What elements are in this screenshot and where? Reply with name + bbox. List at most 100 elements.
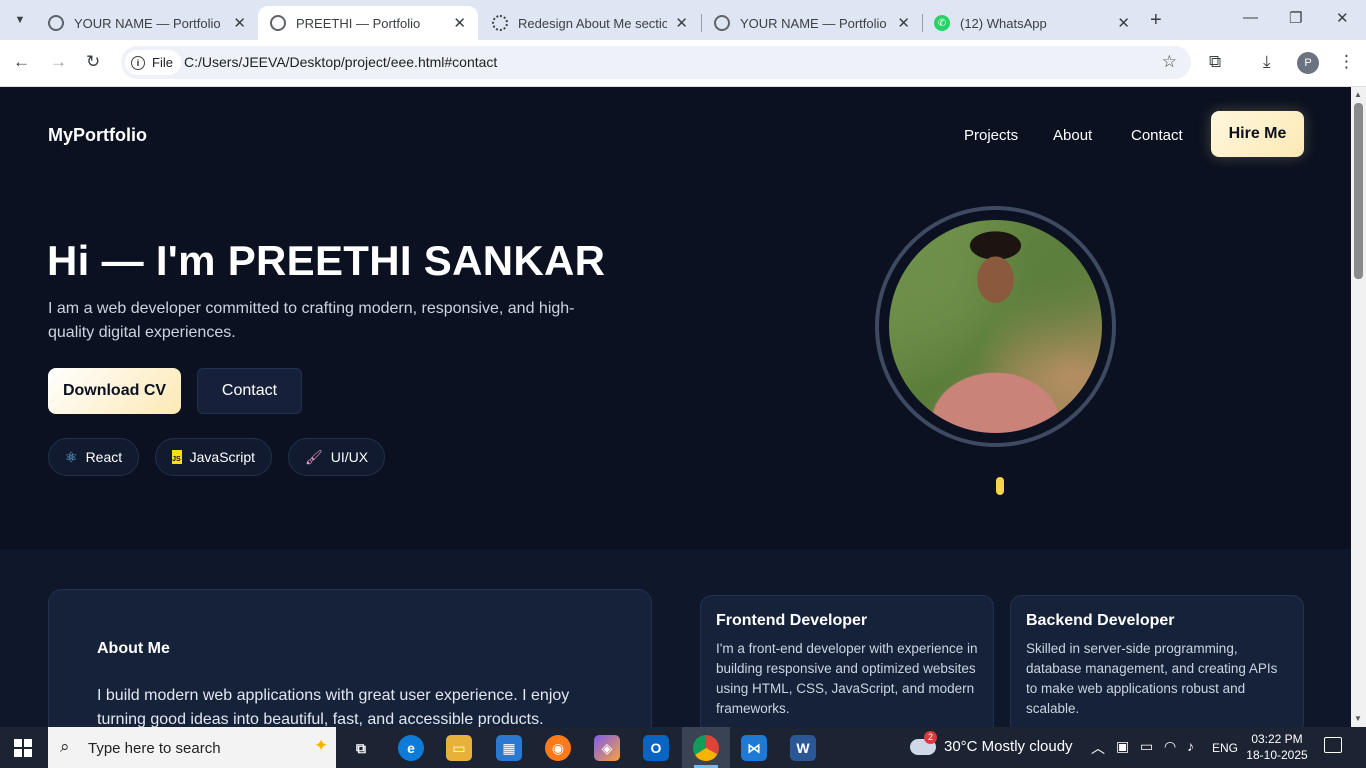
address-bar[interactable]: i File C:/Users/JEEVA/Desktop/project/ee… (121, 46, 1191, 79)
weather-text: 30°C Mostly cloudy (944, 738, 1073, 755)
close-icon[interactable]: ✕ (453, 14, 466, 32)
close-icon[interactable]: ✕ (1117, 14, 1130, 32)
hire-me-button[interactable]: Hire Me (1211, 111, 1304, 157)
card-title: Frontend Developer (716, 612, 868, 629)
skill-label: UI/UX (330, 449, 369, 465)
react-icon: ⚛ (65, 448, 78, 465)
tray-chevron-icon[interactable]: ︿ (1091, 738, 1105, 758)
new-tab-button[interactable]: + (1150, 9, 1162, 32)
frontend-card: Frontend Developer I'm a front-end devel… (700, 595, 994, 727)
search-highlight-icon: ✦ (314, 736, 329, 755)
backend-card: Backend Developer Skilled in server-side… (1010, 595, 1304, 727)
scroll-indicator (996, 477, 1004, 495)
skill-label: React (85, 449, 123, 465)
reload-button[interactable]: ↻ (86, 52, 100, 72)
store-icon[interactable]: ▦ (496, 735, 522, 761)
nav-projects[interactable]: Projects (964, 127, 1018, 144)
whatsapp-icon: ✆ (934, 15, 950, 31)
word-icon[interactable]: W (790, 735, 816, 761)
weather-badge: 2 (924, 730, 937, 744)
page-scrollbar[interactable]: ▲ ▼ (1351, 87, 1366, 727)
site-brand[interactable]: MyPortfolio (48, 125, 147, 146)
search-placeholder: Type here to search (88, 740, 221, 757)
tab-label: Redesign About Me section (518, 15, 668, 31)
contact-button[interactable]: Contact (197, 368, 302, 414)
wifi-icon[interactable]: ◠ (1164, 738, 1176, 755)
info-icon: i (131, 55, 145, 70)
profile-avatar[interactable]: P (1297, 52, 1319, 74)
portfolio-page: MyPortfolio Projects About Contact Hire … (0, 87, 1351, 727)
copilot-icon[interactable]: ◈ (594, 735, 620, 761)
tab-label: YOUR NAME — Portfolio (Gr (74, 15, 225, 31)
meet-now-icon[interactable]: ▣ (1116, 738, 1129, 755)
hero-title: Hi — I'm PREETHI SANKAR (47, 237, 606, 284)
close-icon[interactable]: ✕ (233, 14, 246, 32)
weather-widget[interactable]: 2 30°C Mostly cloudy (910, 730, 1073, 755)
vscode-icon[interactable]: ⋈ (741, 735, 767, 761)
outlook-icon[interactable]: O (643, 735, 669, 761)
tab-portfolio-gr[interactable]: YOUR NAME — Portfolio (Gr ✕ (36, 6, 258, 40)
maximize-button[interactable]: ❐ (1289, 9, 1302, 27)
scroll-up-icon[interactable]: ▲ (1354, 90, 1362, 99)
about-text: I build modern web applications with gre… (97, 687, 570, 727)
cloud-icon: 2 (910, 730, 937, 755)
close-window-button[interactable]: ✕ (1336, 9, 1349, 27)
windows-start-icon[interactable] (14, 739, 32, 757)
skill-label: JavaScript (189, 449, 255, 465)
close-icon[interactable]: ✕ (897, 14, 910, 32)
taskbar-search[interactable]: ⌕ Type here to search ✦ (48, 727, 336, 768)
card-text: I'm a front-end developer with experienc… (716, 641, 978, 716)
clock-date: 18-10-2025 (1246, 748, 1308, 762)
back-button[interactable]: ← (13, 52, 30, 72)
brush-icon: 🖌 (305, 448, 323, 465)
language-indicator[interactable]: ENG (1212, 741, 1238, 755)
battery-icon[interactable]: ▭ (1140, 738, 1153, 755)
taskbar: ⌕ Type here to search ✦ ⧉ e ▭ ▦ ◉ ◈ O ⋈ … (0, 727, 1366, 768)
close-icon[interactable]: ✕ (675, 14, 688, 32)
chip-label: File (152, 55, 173, 70)
file-explorer-icon[interactable]: ▭ (446, 735, 472, 761)
tab-label: (12) WhatsApp (960, 15, 1047, 31)
scroll-thumb[interactable] (1354, 103, 1363, 279)
profile-photo-frame (875, 206, 1116, 447)
more-menu-icon[interactable]: ⋮ (1338, 52, 1355, 72)
firefox-icon[interactable]: ◉ (545, 735, 571, 761)
card-title: Backend Developer (1026, 612, 1175, 629)
skill-pill-uiux[interactable]: 🖌 UI/UX (288, 438, 385, 476)
site-info-chip[interactable]: i File (125, 50, 181, 75)
hero-subtitle: I am a web developer committed to crafti… (48, 300, 575, 341)
tab-portfolio[interactable]: YOUR NAME — Portfolio ✕ (702, 6, 922, 40)
browser-toolbar: ← → ↻ i File C:/Users/JEEVA/Desktop/proj… (0, 40, 1366, 87)
download-icon[interactable]: ⤓ (1263, 52, 1271, 72)
url-text[interactable]: C:/Users/JEEVA/Desktop/project/eee.html#… (184, 54, 497, 70)
forward-button[interactable]: → (50, 52, 67, 72)
search-icon: ⌕ (60, 737, 70, 756)
js-icon: JS (172, 450, 182, 464)
scroll-down-icon[interactable]: ▼ (1354, 714, 1362, 723)
globe-icon (714, 15, 730, 31)
bookmark-star-icon[interactable]: ☆ (1162, 52, 1177, 72)
minimize-button[interactable]: — (1243, 9, 1258, 26)
volume-icon[interactable]: ♪ (1187, 738, 1194, 754)
globe-icon (270, 15, 286, 31)
download-cv-button[interactable]: Download CV (48, 368, 181, 414)
notifications-icon[interactable] (1324, 737, 1342, 753)
chatgpt-icon (492, 15, 508, 31)
system-clock[interactable]: 03:22 PM 18-10-2025 (1246, 731, 1308, 763)
skill-pill-javascript[interactable]: JS JavaScript (155, 438, 272, 476)
skill-pill-react[interactable]: ⚛ React (48, 438, 139, 476)
tab-redesign-about[interactable]: Redesign About Me section ✕ (480, 6, 700, 40)
tab-search-dropdown-icon[interactable]: ▼ (8, 8, 32, 32)
nav-contact[interactable]: Contact (1131, 127, 1183, 144)
chrome-icon[interactable] (693, 735, 719, 761)
edge-icon[interactable]: e (398, 735, 424, 761)
globe-icon (48, 15, 64, 31)
extensions-icon[interactable]: ⧉ (1209, 52, 1221, 72)
tab-preethi-portfolio[interactable]: PREETHI — Portfolio ✕ (258, 6, 478, 40)
task-view-icon[interactable]: ⧉ (348, 735, 374, 761)
nav-about[interactable]: About (1053, 127, 1092, 144)
tab-label: PREETHI — Portfolio (296, 15, 421, 31)
clock-time: 03:22 PM (1251, 732, 1303, 746)
about-title: About Me (97, 640, 170, 657)
tab-whatsapp[interactable]: ✆ (12) WhatsApp ✕ (922, 6, 1142, 40)
